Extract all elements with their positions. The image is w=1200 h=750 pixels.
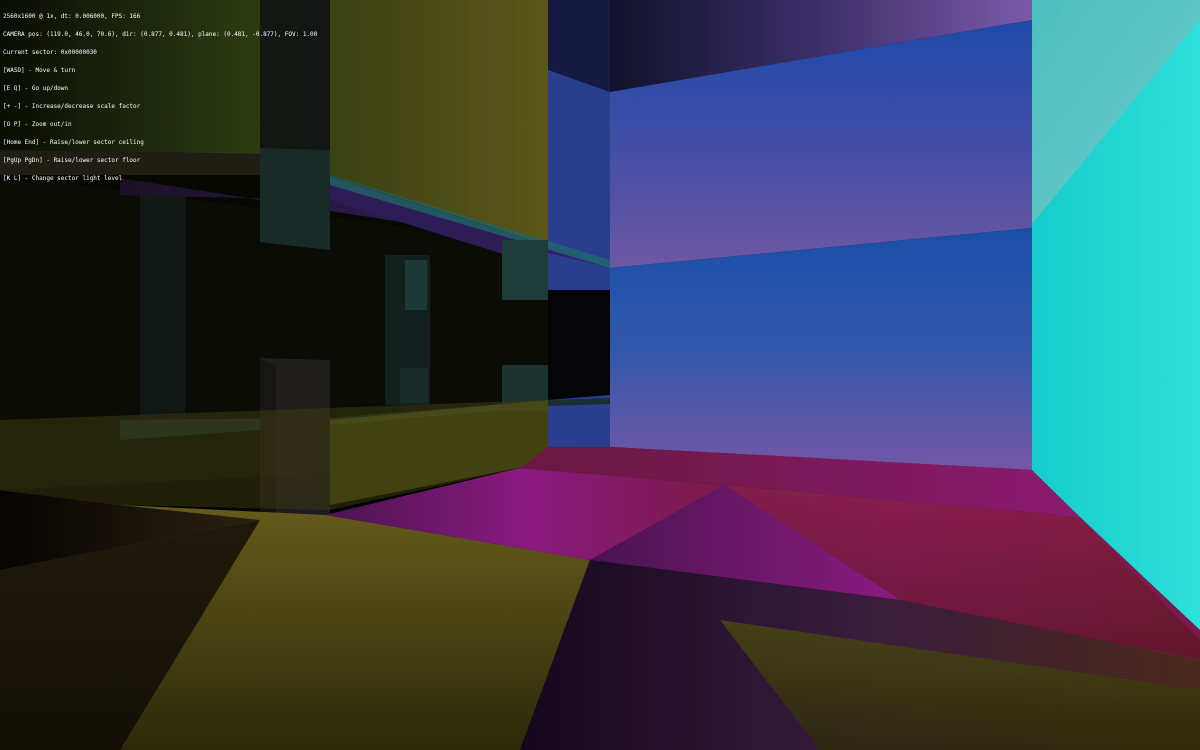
game-viewport[interactable]: 2560x1600 @ 1x, dt: 0.006000, FPS: 166 C… <box>0 0 1200 750</box>
hud-help-move: [WASD] - Move & turn <box>3 67 76 74</box>
hud-help-scale: [+ -] - Increase/decrease scale factor <box>3 103 141 110</box>
hud-help-updown: [E Q] - Go up/down <box>3 85 69 92</box>
hud-help-floor: [PgUp PgDn] - Raise/lower sector floor <box>3 157 141 164</box>
hud-resolution-line: 2560x1600 @ 1x, dt: 0.006000, FPS: 166 <box>3 13 141 20</box>
hud-help-ceiling: [Home End] - Raise/lower sector ceiling <box>3 139 144 146</box>
inner-back-wall <box>548 290 610 400</box>
blue-wall-lower <box>610 228 1032 470</box>
hud-sector-line: Current sector: 0x00000030 <box>3 49 97 56</box>
debug-overlay: 2560x1600 @ 1x, dt: 0.006000, FPS: 166 C… <box>3 2 317 194</box>
hud-help-light: [K L] - Change sector light level <box>3 175 123 182</box>
hud-camera-line: CAMERA pos: (119.0, 46.0, 70.6), dir: (0… <box>3 31 318 38</box>
hud-help-zoom: [O P] - Zoom out/in <box>3 121 72 128</box>
